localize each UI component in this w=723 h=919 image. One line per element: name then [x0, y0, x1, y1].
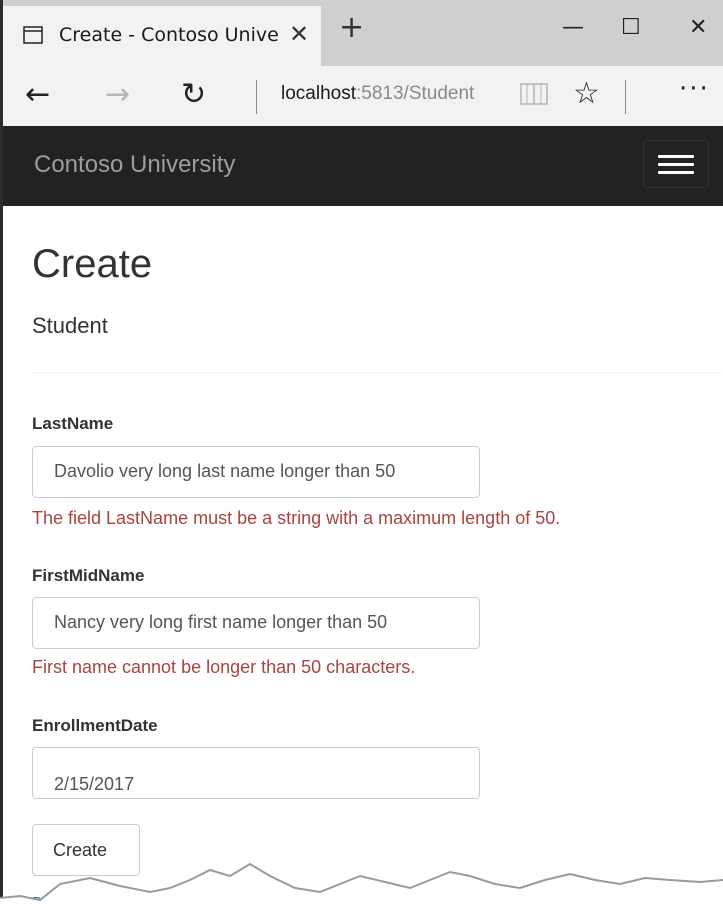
- close-window-icon[interactable]: ✕: [689, 14, 707, 42]
- firstmidname-error: First name cannot be longer than 50 char…: [32, 657, 416, 677]
- minimize-icon[interactable]: —: [562, 14, 584, 42]
- url-host: localhost: [281, 83, 356, 104]
- enrollmentdate-input[interactable]: 2/15/2017: [32, 747, 480, 799]
- more-options-icon[interactable]: ···: [679, 74, 710, 104]
- firstmidname-label: FirstMidName: [32, 566, 145, 585]
- new-tab-icon[interactable]: +: [339, 13, 364, 43]
- firstmidname-input[interactable]: Nancy very long first name longer than 5…: [32, 597, 480, 649]
- create-button-label: Create: [53, 840, 108, 860]
- tab-title: Create - Contoso Unive: [59, 24, 279, 46]
- address-separator: [256, 80, 257, 114]
- address-separator-2: [625, 80, 626, 114]
- firstmidname-value: Nancy very long first name longer than 5…: [54, 612, 388, 632]
- lastname-label: LastName: [32, 414, 114, 433]
- maximize-icon[interactable]: ☐: [621, 14, 641, 42]
- create-button[interactable]: Create: [32, 824, 140, 876]
- hamburger-icon-bar-3: [658, 171, 694, 174]
- page-title: Create: [32, 242, 153, 286]
- lastname-error: The field LastName must be a string with…: [32, 508, 561, 528]
- page-content: Create Student LastName Davolio very lon…: [3, 206, 723, 919]
- enrollmentdate-label: EnrollmentDate: [32, 716, 158, 735]
- hamburger-icon-bar-2: [658, 163, 694, 166]
- forward-icon[interactable]: →: [105, 78, 130, 112]
- tab-page-icon: [23, 26, 43, 44]
- tab-close-icon[interactable]: ✕: [289, 20, 309, 48]
- back-icon[interactable]: ←: [25, 78, 50, 112]
- divider: [32, 372, 722, 373]
- favorite-star-icon[interactable]: ☆: [573, 76, 600, 111]
- reading-view-icon[interactable]: [519, 80, 549, 108]
- tab-create[interactable]: Create - Contoso Unive ✕: [3, 6, 321, 66]
- page-subtitle: Student: [32, 313, 108, 338]
- lastname-value: Davolio very long last name longer than …: [54, 461, 396, 481]
- tab-strip: Create - Contoso Unive ✕ + — ☐ ✕: [3, 0, 723, 66]
- lastname-input[interactable]: Davolio very long last name longer than …: [32, 446, 480, 498]
- browser-window: Create - Contoso Unive ✕ + — ☐ ✕ ← → ↻ l…: [0, 0, 723, 919]
- navbar-toggle-button[interactable]: [643, 140, 709, 188]
- site-brand[interactable]: Contoso University: [34, 151, 235, 179]
- enrollmentdate-value: 2/15/2017: [54, 774, 135, 794]
- back-to-list-link[interactable]: Back to List: [32, 894, 110, 911]
- hamburger-icon-bar-1: [658, 155, 694, 158]
- site-navbar: Contoso University: [3, 126, 723, 206]
- address-bar: ← → ↻ localhost:5813/Student ☆ ···: [3, 66, 723, 126]
- url-path: :5813/Student: [356, 83, 475, 104]
- refresh-icon[interactable]: ↻: [181, 78, 206, 112]
- url-field[interactable]: localhost:5813/Student: [281, 83, 474, 105]
